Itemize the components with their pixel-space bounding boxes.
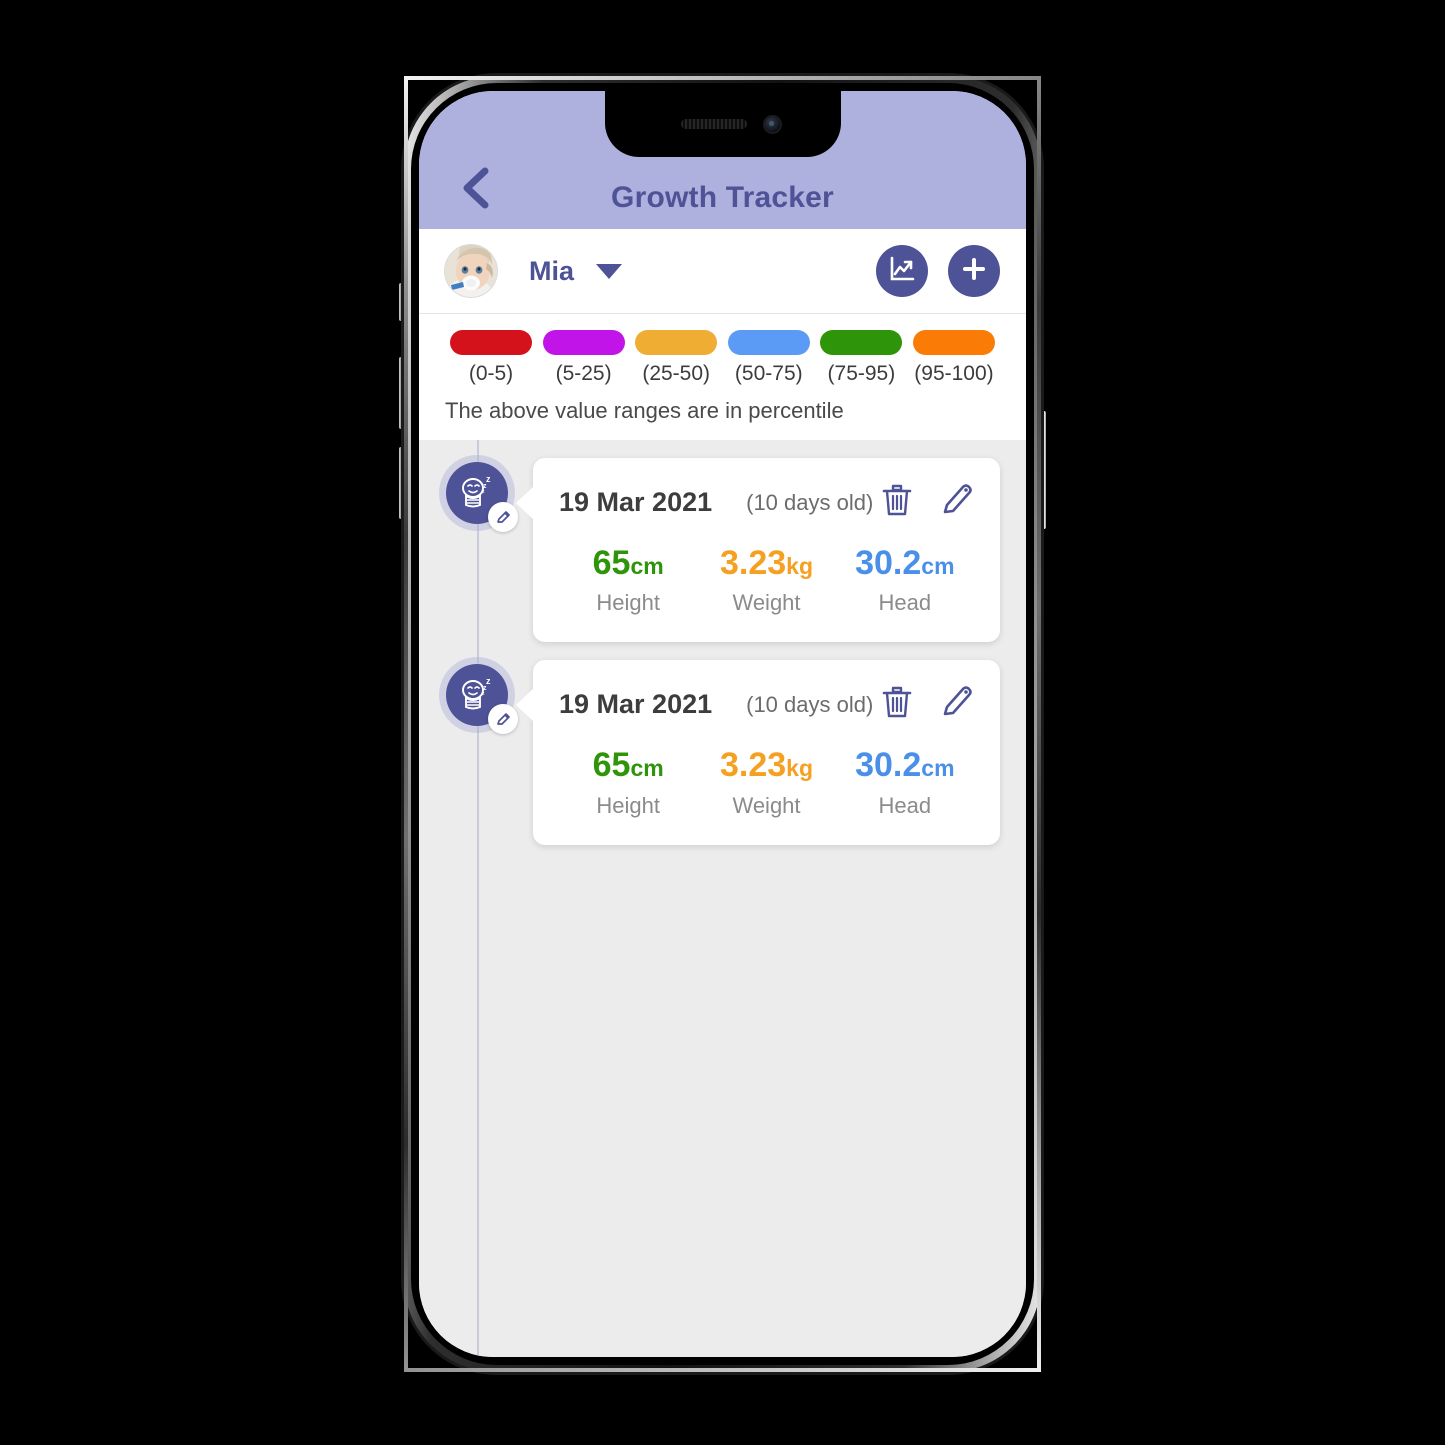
earpiece-speaker: [680, 119, 747, 129]
delete-record-button[interactable]: [880, 482, 914, 523]
metric-unit: kg: [786, 553, 813, 579]
metric-value: 30.2cm: [836, 544, 974, 582]
legend-note: The above value ranges are in percentile: [445, 398, 844, 423]
metric-number: 30.2: [855, 544, 922, 582]
front-camera-icon: [762, 115, 782, 134]
screenshot-stage: Growth Tracker Mia (0-5) (5-25) (25-50) …: [0, 0, 1445, 1445]
trash-icon: [880, 482, 914, 523]
timeline-badge[interactable]: zzz: [446, 462, 518, 532]
timeline-badge[interactable]: zzz: [446, 664, 518, 735]
legend-item: (5-25): [538, 330, 630, 386]
edit-record-button[interactable]: [940, 684, 974, 725]
legend-pill: [912, 330, 995, 355]
legend-pill: [450, 330, 532, 355]
trash-icon: [880, 684, 914, 725]
card-actions: [880, 482, 974, 523]
legend-pill-label: (0-5): [468, 362, 514, 385]
delete-record-button[interactable]: [880, 684, 914, 725]
metric-label: Head: [878, 792, 932, 818]
legend-pill: [542, 330, 625, 355]
chevron-left-icon: [460, 167, 490, 209]
metric-unit: cm: [921, 755, 955, 782]
metric-label: Head: [878, 590, 932, 616]
pencil-icon: [940, 482, 974, 523]
back-button[interactable]: [452, 165, 498, 211]
legend-pill-label: (50-75): [734, 362, 803, 385]
chart-button[interactable]: [876, 245, 928, 297]
metrics-row: 65cm Height 3.23kg Weight 30.2cm Head: [559, 544, 974, 616]
record-date: 19 Mar 2021: [559, 689, 713, 720]
legend-pill-label: (25-50): [642, 362, 711, 385]
metric: 30.2cm Head: [836, 747, 974, 818]
record-age: (10 days old): [746, 489, 874, 515]
growth-timeline[interactable]: z z z 19 Mar 2021 (10 days old) 65cm Height 3.2…: [419, 440, 1026, 1357]
avatar[interactable]: [445, 245, 497, 297]
plus-icon: [959, 254, 989, 289]
metric-label: Weight: [732, 792, 801, 818]
baby-avatar: [445, 245, 497, 297]
metric-value: 65cm: [559, 747, 697, 784]
legend-item: (95-100): [908, 330, 1000, 386]
chart-line-icon: [887, 254, 917, 289]
growth-record-card[interactable]: 19 Mar 2021 (10 days old) 65cm Height 3.23kg…: [516, 660, 1000, 845]
growth-entry: z z z 19 Mar 2021 (10 days old) 65cm Height 3.2…: [419, 642, 1026, 845]
metric-value: 65cm: [559, 544, 697, 582]
metric: 65cm Height: [559, 747, 697, 818]
metric-number: 3.23: [719, 544, 787, 582]
entry-list: z z z 19 Mar 2021 (10 days old) 65cm Height 3.2…: [419, 440, 1026, 845]
record-age: (10 days old): [746, 691, 874, 717]
growth-entry: z z z 19 Mar 2021 (10 days old) 65cm Height 3.2…: [419, 440, 1026, 643]
record-date: 19 Mar 2021: [559, 487, 713, 517]
metric: 3.23kg Weight: [697, 747, 835, 818]
metric-number: 65: [592, 746, 631, 785]
metric-label: Height: [596, 590, 660, 616]
child-name[interactable]: Mia: [529, 256, 574, 287]
card-header: 19 Mar 2021 (10 days old): [559, 684, 974, 725]
pencil-icon[interactable]: [488, 502, 518, 532]
phone-screen: Growth Tracker Mia (0-5) (5-25) (25-50) …: [419, 91, 1026, 1357]
metrics-row: 65cm Height 3.23kg Weight 30.2cm Head: [559, 747, 974, 818]
metric: 3.23kg Weight: [697, 544, 835, 616]
phone-device: Growth Tracker Mia (0-5) (5-25) (25-50) …: [404, 76, 1041, 1372]
legend-item: (75-95): [815, 330, 907, 386]
legend-pills: (0-5) (5-25) (25-50) (50-75) (75-95) (95-100): [445, 330, 1000, 386]
metric-label: Weight: [732, 590, 801, 616]
caret-down-icon[interactable]: [596, 263, 623, 279]
metric: 30.2cm Head: [836, 544, 974, 616]
growth-record-card[interactable]: 19 Mar 2021 (10 days old) 65cm Height 3.23kg…: [516, 458, 1000, 643]
legend-pill-label: (5-25): [555, 362, 612, 385]
metric-value: 30.2cm: [836, 747, 974, 784]
legend-item: (0-5): [445, 330, 537, 386]
legend-item: (25-50): [630, 330, 722, 386]
metric-unit: kg: [786, 755, 813, 782]
notch: [604, 91, 841, 157]
metric-label: Height: [596, 792, 660, 818]
metric-number: 3.23: [719, 746, 787, 785]
metric-value: 3.23kg: [697, 747, 835, 784]
percentile-legend: (0-5) (5-25) (25-50) (50-75) (75-95) (95-100)…: [419, 314, 1026, 440]
metric-value: 3.23kg: [697, 544, 835, 582]
legend-pill-label: (95-100): [914, 362, 994, 385]
svg-text:z: z: [486, 676, 491, 686]
page-title: Growth Tracker: [611, 181, 834, 214]
metric: 65cm Height: [559, 544, 697, 616]
legend-pill: [727, 330, 810, 355]
legend-pill: [635, 330, 718, 355]
pencil-icon[interactable]: [488, 704, 518, 735]
card-header: 19 Mar 2021 (10 days old): [559, 482, 974, 523]
edit-record-button[interactable]: [940, 482, 974, 523]
svg-text:z: z: [486, 474, 491, 484]
pencil-icon: [940, 684, 974, 725]
metric-unit: cm: [630, 755, 664, 782]
add-record-button[interactable]: [948, 245, 1000, 297]
metric-unit: cm: [630, 553, 664, 579]
metric-number: 30.2: [855, 746, 922, 785]
legend-pill-label: (75-95): [827, 362, 896, 385]
card-actions: [880, 684, 974, 725]
child-selector-bar: Mia: [419, 229, 1026, 314]
metric-unit: cm: [921, 553, 955, 579]
legend-pill: [820, 330, 903, 355]
metric-number: 65: [592, 544, 631, 582]
legend-item: (50-75): [723, 330, 815, 386]
